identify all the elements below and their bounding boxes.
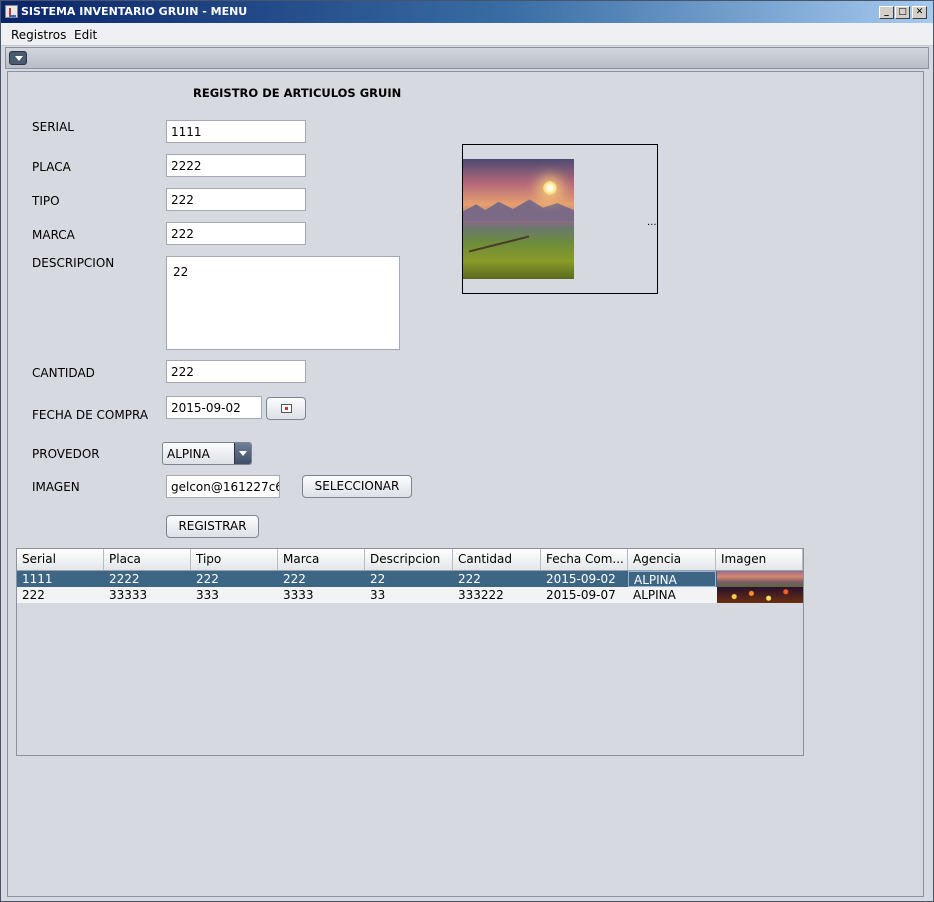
fecha-compra-input[interactable]: 2015-09-02 [166,396,262,419]
cell-agencia: ALPINA [628,571,716,587]
imagen-input[interactable]: gelcon@161227c6 [166,475,280,498]
column-header-fecha-compra[interactable]: Fecha Com... [541,549,628,570]
menu-bar: Registros Edit [1,23,933,46]
preview-ellipsis: ... [647,217,657,228]
table-row[interactable]: 222 33333 333 3333 33 333222 2015-09-07 … [17,587,803,603]
java-app-icon [5,5,18,18]
internal-frame-header [5,47,929,69]
fence-shape [469,235,529,275]
column-header-marca[interactable]: Marca [278,549,365,570]
chevron-down-icon[interactable] [234,443,251,464]
cell-descripcion: 22 [370,572,386,586]
sun-shape [543,181,557,195]
registrar-button[interactable]: REGISTRAR [166,515,259,538]
articulos-table[interactable]: Serial Placa Tipo Marca Descripcion Cant… [16,548,804,756]
column-header-imagen[interactable]: Imagen [716,549,803,570]
serial-input[interactable]: 1111 [166,120,306,143]
table-row[interactable]: 1111 2222 222 222 22 222 2015-09-02 ALPI… [17,571,803,587]
marca-input[interactable]: 222 [166,222,306,245]
cell-cantidad: 333222 [458,588,504,602]
cell-fecha-compra: 2015-09-02 [546,572,616,586]
provedor-selected-value: ALPINA [167,447,210,461]
column-header-placa[interactable]: Placa [104,549,191,570]
seleccionar-button[interactable]: SELECCIONAR [302,475,412,498]
menu-edit[interactable]: Edit [74,28,97,42]
table-header: Serial Placa Tipo Marca Descripcion Cant… [17,549,803,571]
tipo-label: TIPO [32,194,60,208]
provedor-label: PROVEDOR [32,447,100,461]
serial-label: SERIAL [32,120,74,134]
column-header-cantidad[interactable]: Cantidad [453,549,541,570]
column-header-descripcion[interactable]: Descripcion [365,549,453,570]
cell-tipo: 222 [196,572,219,586]
title-bar[interactable]: SISTEMA INVENTARIO GRUIN - MENU _ □ ✕ [1,1,933,23]
cell-imagen-thumbnail [717,571,803,587]
mountain-shape [463,199,574,221]
imagen-label: IMAGEN [32,480,80,494]
provedor-select[interactable]: ALPINA [162,442,252,465]
column-header-agencia[interactable]: Agencia [628,549,716,570]
image-preview-panel: ... [462,144,658,294]
cell-serial: 222 [22,588,45,602]
cantidad-label: CANTIDAD [32,366,95,380]
calendar-icon [281,404,292,413]
tipo-input[interactable]: 222 [166,188,306,211]
descripcion-textarea[interactable]: 22 [166,256,400,350]
marca-label: MARCA [32,228,75,242]
cell-placa: 2222 [109,572,140,586]
minimize-button[interactable]: _ [879,6,894,19]
cell-serial: 1111 [22,572,53,586]
collapse-icon[interactable] [9,51,27,65]
fecha-compra-label: FECHA DE COMPRA [32,408,149,422]
cell-agencia: ALPINA [633,588,676,602]
placa-input[interactable]: 2222 [166,154,306,177]
cell-marca: 3333 [283,588,314,602]
column-header-serial[interactable]: Serial [17,549,104,570]
preview-image [463,159,574,279]
descripcion-label: DESCRIPCION [32,256,115,270]
cell-cantidad: 222 [458,572,481,586]
cell-placa: 33333 [109,588,148,602]
main-window: SISTEMA INVENTARIO GRUIN - MENU _ □ ✕ Re… [0,0,934,902]
cell-marca: 222 [283,572,306,586]
menu-registros[interactable]: Registros [11,28,66,42]
cell-imagen-thumbnail [717,587,803,603]
form-heading: REGISTRO DE ARTICULOS GRUIN [193,86,402,100]
placa-label: PLACA [32,160,71,174]
column-header-tipo[interactable]: Tipo [191,549,278,570]
cell-fecha-compra: 2015-09-07 [546,588,616,602]
cell-tipo: 333 [196,588,219,602]
maximize-button[interactable]: □ [895,6,910,19]
cantidad-input[interactable]: 222 [166,360,306,383]
window-title: SISTEMA INVENTARIO GRUIN - MENU [21,5,248,18]
cell-descripcion: 33 [370,588,386,602]
calendar-button[interactable] [266,397,306,420]
close-button[interactable]: ✕ [912,6,927,19]
